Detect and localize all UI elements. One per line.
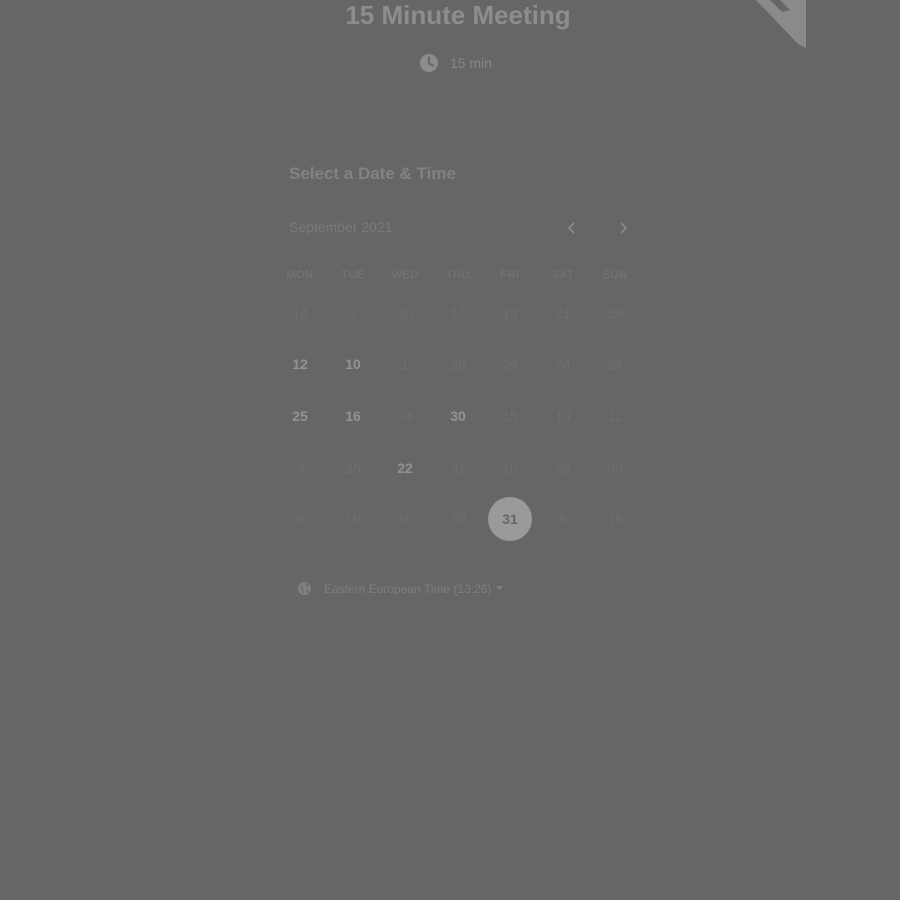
unavailable-day: 23 (555, 460, 571, 476)
unavailable-day: 31 (450, 460, 466, 476)
unavailable-day: 10 (502, 460, 518, 476)
available-day[interactable]: 12 (278, 342, 322, 386)
weekday-label: WED (391, 269, 419, 281)
unavailable-day: 24 (397, 408, 413, 424)
selected-day[interactable]: 31 (488, 497, 532, 541)
duration-label: 15 min (450, 55, 493, 71)
weekday-label: THU (445, 269, 471, 281)
unavailable-day: 1 (349, 305, 357, 321)
month-label: September 2021 (289, 219, 393, 235)
unavailable-day: 29 (607, 305, 623, 321)
next-month-button[interactable] (612, 217, 634, 239)
unavailable-day: 20 (397, 305, 413, 321)
unavailable-day: 30 (607, 460, 623, 476)
weekday-label: FRI (500, 269, 520, 281)
clock-icon (420, 54, 438, 72)
unavailable-day: 10 (345, 511, 361, 527)
available-day[interactable]: 16 (331, 394, 375, 438)
unavailable-day: 24 (555, 356, 571, 372)
chevron-right-icon (620, 222, 628, 234)
event-title: 15 Minute Meeting (345, 0, 571, 30)
section-heading: Select a Date & Time (289, 164, 456, 183)
unavailable-day: 24 (607, 356, 623, 372)
unavailable-day: 26 (502, 356, 518, 372)
unavailable-day: 12 (607, 408, 623, 424)
unavailable-day: 15 (502, 408, 518, 424)
timezone-label: Eastern European Time (13:26) (324, 581, 492, 596)
chevron-left-icon (567, 222, 575, 234)
unavailable-day: 19 (607, 511, 623, 527)
weekday-label: SUN (602, 269, 628, 281)
unavailable-day: 17 (450, 305, 466, 321)
weekday-label: MON (286, 269, 314, 281)
unavailable-day: 1 (401, 356, 409, 372)
event-duration: 15 min (419, 53, 492, 73)
timezone-selector[interactable]: Eastern European Time (13:26) (297, 581, 504, 596)
globe-icon (297, 581, 312, 596)
unavailable-day: 3 (296, 460, 304, 476)
unavailable-day: 21 (555, 305, 571, 321)
booking-page: 15 Minute Meeting 15 min Select a Date &… (0, 0, 900, 900)
available-day[interactable]: 22 (383, 446, 427, 490)
unavailable-day: 9 (559, 511, 567, 527)
unavailable-day: 14 (292, 305, 308, 321)
unavailable-day: 19 (555, 408, 571, 424)
unavailable-day: 28 (450, 356, 466, 372)
weekday-label: SAT (551, 269, 575, 281)
unavailable-day: 10 (397, 511, 413, 527)
unavailable-day: 13 (502, 305, 518, 321)
available-day[interactable]: 30 (436, 394, 480, 438)
prev-month-button[interactable] (561, 217, 583, 239)
unavailable-day: 25 (345, 460, 361, 476)
available-day[interactable]: 10 (331, 342, 375, 386)
unavailable-day: 5 (296, 511, 304, 527)
weekday-label: TUE (341, 269, 365, 281)
caret-down-icon (496, 586, 504, 591)
unavailable-day: 30 (450, 511, 466, 527)
available-day[interactable]: 25 (278, 394, 322, 438)
